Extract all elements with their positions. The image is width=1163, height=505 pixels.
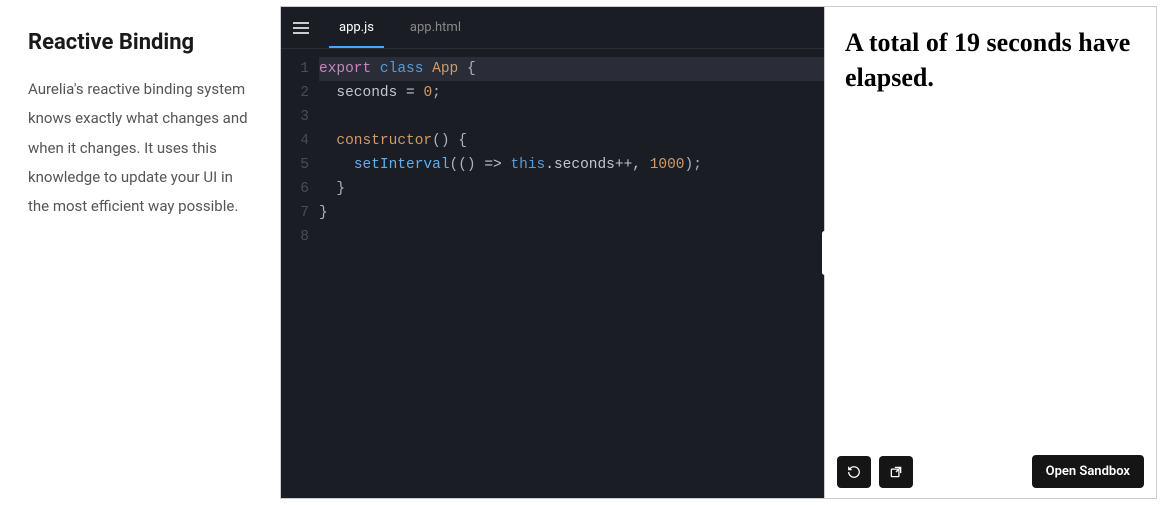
menu-button[interactable] [281, 7, 321, 48]
tab-bar: app.jsapp.html [281, 7, 824, 49]
open-sandbox-button[interactable]: Open Sandbox [1032, 455, 1144, 488]
preview-toolbar: Open Sandbox [825, 445, 1156, 498]
code-area[interactable]: 12345678 export class App { seconds = 0;… [281, 49, 824, 498]
refresh-button[interactable] [837, 456, 871, 488]
tab-app-html[interactable]: app.html [392, 7, 479, 48]
line-number-gutter: 12345678 [281, 57, 319, 498]
preview-output: A total of 19 seconds have elapsed. [845, 25, 1136, 95]
tab-app-js[interactable]: app.js [321, 7, 392, 48]
hamburger-icon [293, 21, 309, 35]
code-content[interactable]: export class App { seconds = 0; construc… [319, 57, 824, 498]
external-link-icon [889, 465, 903, 479]
resize-handle[interactable] [822, 231, 827, 275]
preview-panel: A total of 19 seconds have elapsed. Open… [824, 7, 1156, 498]
open-window-button[interactable] [879, 456, 913, 488]
preview-body: A total of 19 seconds have elapsed. [825, 7, 1156, 445]
section-title: Reactive Binding [28, 30, 252, 55]
code-editor: app.jsapp.html 12345678 export class App… [281, 7, 824, 498]
refresh-icon [847, 465, 861, 479]
description-panel: Reactive Binding Aurelia's reactive bind… [0, 0, 280, 505]
sandbox-container: app.jsapp.html 12345678 export class App… [280, 6, 1157, 499]
section-description: Aurelia's reactive binding system knows … [28, 75, 252, 221]
